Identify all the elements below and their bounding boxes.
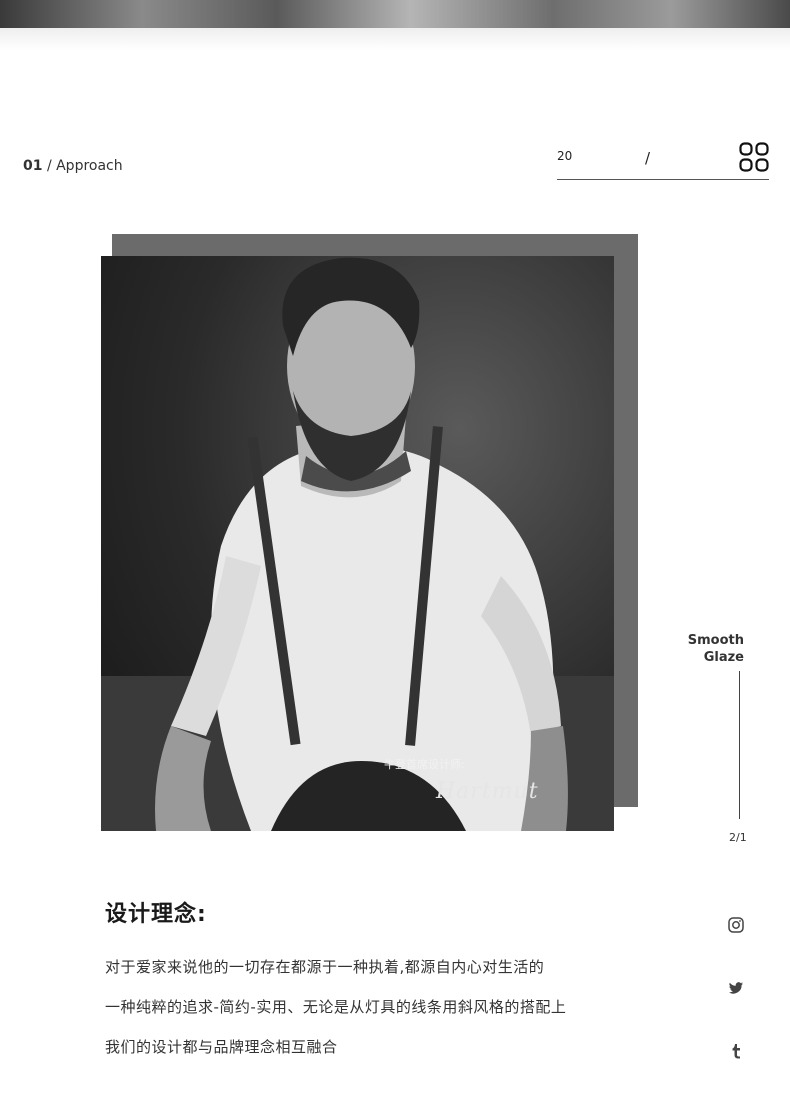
section-title: Approach <box>56 158 123 174</box>
content-line-3: 我们的设计都与品牌理念相互融合 <box>105 1038 338 1056</box>
content-heading: 设计理念: <box>105 902 207 927</box>
designer-photo: 牛登首席设计师: Hartmut <box>101 256 614 831</box>
section-separator: / <box>46 158 52 174</box>
content-line-2: 一种纯粹的追求-简约-实用、无论是从灯具的线条用斜风格的搭配上 <box>105 998 567 1016</box>
side-label: Smooth Glaze <box>688 632 744 666</box>
counter-current: 20 <box>557 149 573 163</box>
counter-separator: / <box>645 149 651 167</box>
instagram-icon[interactable] <box>727 916 745 934</box>
section-label: 01 / Approach <box>23 158 123 174</box>
designer-signature: Hartmut <box>436 779 539 804</box>
header-image-strip <box>0 0 790 28</box>
page-indicator: 2/1 <box>729 831 747 844</box>
section-number: 01 <box>23 158 43 174</box>
slide-counter: 20 / <box>557 142 769 180</box>
side-divider <box>739 671 740 819</box>
content-line-1: 对于爱家来说他的一切存在都源于一种执着,都源自内心对生活的 <box>105 958 545 976</box>
photo-caption: 牛登首席设计师: <box>384 758 465 771</box>
designer-illustration <box>101 257 614 831</box>
side-label-line2: Glaze <box>703 650 744 665</box>
side-label-line1: Smooth <box>687 633 744 648</box>
twitter-icon[interactable] <box>727 979 745 997</box>
header-fade <box>0 28 790 50</box>
tumblr-icon[interactable] <box>727 1042 745 1060</box>
grid-menu-icon[interactable] <box>739 142 769 172</box>
